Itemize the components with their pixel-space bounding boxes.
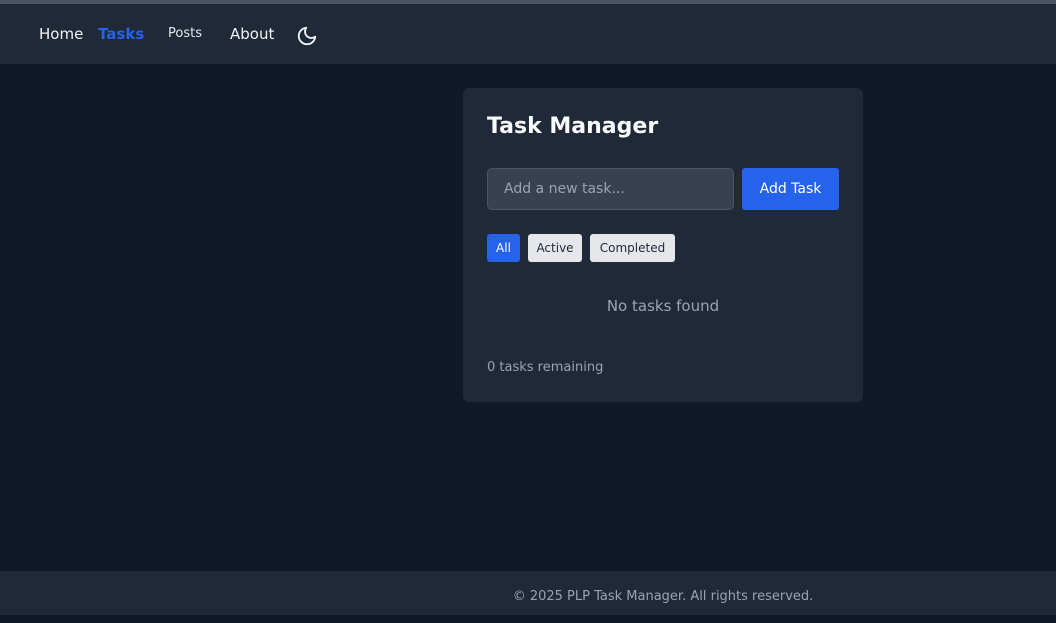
nav-link-about[interactable]: About bbox=[230, 4, 274, 64]
empty-state-message: No tasks found bbox=[606, 297, 720, 315]
task-manager-card: Task Manager Add Task All Active Complet… bbox=[463, 88, 863, 402]
nav-link-home[interactable]: Home bbox=[39, 4, 83, 64]
nav-link-tasks[interactable]: Tasks bbox=[98, 4, 144, 64]
page-title: Task Manager bbox=[487, 114, 659, 139]
footer-copyright: © 2025 PLP Task Manager. All rights rese… bbox=[512, 589, 814, 604]
new-task-input[interactable] bbox=[487, 168, 734, 210]
tasks-remaining-count: 0 tasks remaining bbox=[487, 360, 604, 375]
add-task-button[interactable]: Add Task bbox=[742, 168, 839, 210]
footer: © 2025 PLP Task Manager. All rights rese… bbox=[0, 571, 1056, 615]
navbar: Home Tasks Posts About bbox=[0, 4, 1056, 64]
nav-link-posts[interactable]: Posts bbox=[168, 4, 202, 64]
filter-completed-button[interactable]: Completed bbox=[590, 234, 675, 262]
theme-toggle-button[interactable] bbox=[296, 25, 318, 47]
filter-active-button[interactable]: Active bbox=[528, 234, 582, 262]
filter-all-button[interactable]: All bbox=[487, 234, 520, 262]
moon-icon bbox=[297, 26, 317, 46]
